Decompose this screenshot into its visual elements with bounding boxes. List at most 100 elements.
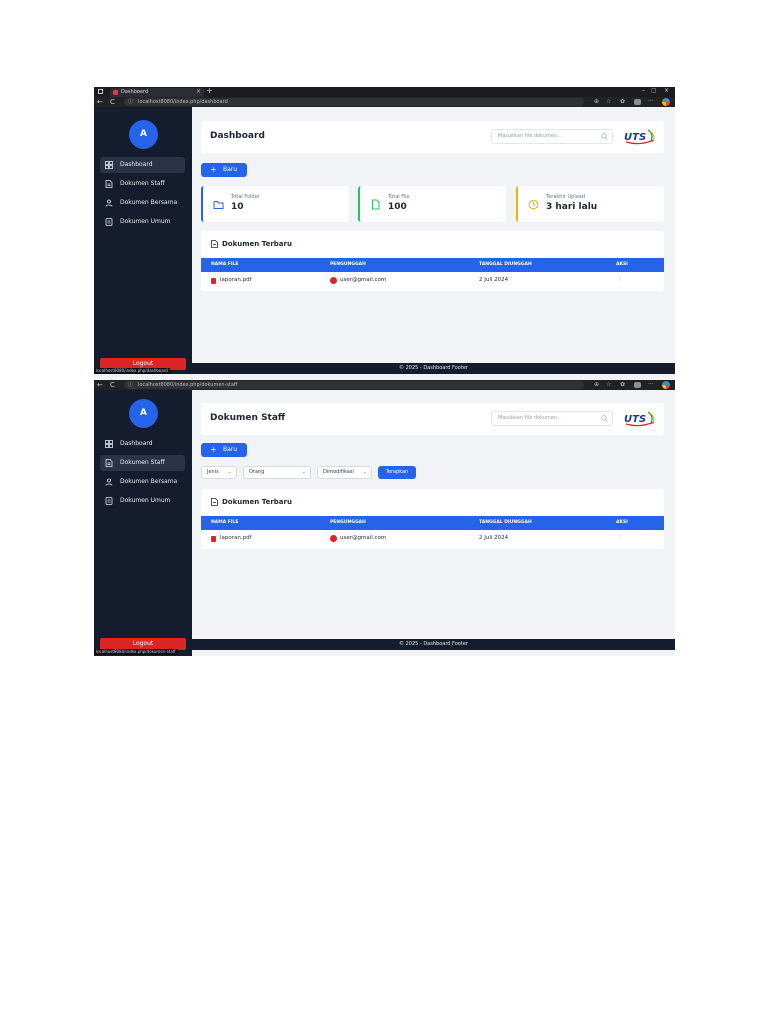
- search-input[interactable]: Masukkan file dokumen...: [491, 129, 613, 144]
- back-icon[interactable]: ←: [97, 97, 103, 107]
- chevron-down-icon: ⌄: [362, 469, 367, 475]
- browser-ai-icon[interactable]: [662, 98, 670, 106]
- table-header: NAMA FILE PENGUNGGAH TANGGAL DIUNGGAH AK…: [201, 516, 664, 530]
- sidebar-item-label: Dashboard: [120, 440, 153, 447]
- tab-actions-icon[interactable]: [98, 89, 103, 94]
- clock-icon: [528, 199, 539, 210]
- search-input[interactable]: Masukkan file dokumen...: [491, 411, 613, 426]
- search-icon[interactable]: [601, 415, 608, 422]
- sidebar-item-dashboard[interactable]: Dashboard: [100, 436, 185, 452]
- sidebar-item-dokumen-bersama[interactable]: Dokumen Bersama: [100, 195, 185, 211]
- recent-documents-card: Dokumen Terbaru NAMA FILE PENGUNGGAH TAN…: [201, 489, 664, 549]
- filter-dimodifikasi[interactable]: Dimodifikasi ⌄: [317, 466, 372, 479]
- sidebar-item-label: Dokumen Bersama: [120, 199, 178, 206]
- sidebar: A Dashboard Dokumen Staff Dokumen Bersam…: [94, 390, 192, 656]
- sidebar-item-dokumen-umum[interactable]: Dokumen Umum: [100, 214, 185, 230]
- browser-menu-icon[interactable]: ···: [648, 380, 654, 390]
- svg-text:UTS: UTS: [624, 414, 646, 425]
- url-field[interactable]: ⓘ localhost8080/index.php/dokumen-staff: [124, 381, 584, 389]
- upload-date: 2 Juli 2024: [479, 535, 509, 541]
- table-row[interactable]: laporan.pdf user@gmail.com 2 Juli 2024 ⋮: [201, 530, 664, 547]
- sidebar-item-dokumen-umum[interactable]: Dokumen Umum: [100, 493, 185, 509]
- column-header[interactable]: PENGUNGGAH: [330, 258, 366, 272]
- new-button[interactable]: + Baru: [201, 443, 247, 457]
- profile-icon[interactable]: [634, 99, 641, 105]
- row-actions-icon[interactable]: ⋮: [617, 530, 623, 547]
- column-header[interactable]: NAMA FILE: [211, 516, 238, 530]
- sidebar-item-label: Dokumen Staff: [120, 180, 165, 187]
- users-icon: [105, 199, 113, 207]
- page-title: Dokumen Staff: [210, 413, 286, 423]
- install-app-icon[interactable]: ⊕: [594, 380, 599, 390]
- minimize-icon[interactable]: –: [642, 87, 645, 94]
- search-placeholder: Masukkan file dokumen...: [498, 133, 562, 139]
- apply-filter-button[interactable]: Terapkan: [378, 466, 416, 479]
- row-actions-icon[interactable]: ⋮: [617, 272, 623, 289]
- folder-doc-icon: [105, 218, 113, 226]
- tab-close-icon[interactable]: ×: [196, 88, 201, 95]
- stat-label: Total Folder: [231, 194, 260, 200]
- footer: © 2025 - Dashboard Footer: [192, 639, 675, 650]
- site-info-icon[interactable]: ⓘ: [128, 98, 133, 106]
- uploader-email: user@gmail.com: [340, 277, 387, 283]
- profile-icon[interactable]: [634, 382, 641, 388]
- address-bar: ← C ⓘ localhost8080/index.php/dokumen-st…: [94, 380, 675, 390]
- sidebar-item-dokumen-staff[interactable]: Dokumen Staff: [100, 176, 185, 192]
- bookmark-star-icon[interactable]: ☆: [606, 380, 611, 390]
- users-icon: [105, 478, 113, 486]
- bookmark-star-icon[interactable]: ☆: [606, 97, 611, 107]
- browser-tab-strip: Dashboard × + – ▢ ×: [94, 87, 675, 97]
- back-icon[interactable]: ←: [97, 380, 103, 390]
- column-header[interactable]: TANGGAL DIUNGGAH: [479, 516, 532, 530]
- main-content: Dokumen Staff Masukkan file dokumen... U…: [192, 390, 675, 639]
- search-placeholder: Masukkan file dokumen...: [498, 415, 562, 421]
- table-row[interactable]: laporan.pdf user@gmail.com 2 Juli 2024 ⋮: [201, 272, 664, 289]
- pdf-file-icon: [211, 536, 216, 542]
- document-icon: [105, 180, 113, 188]
- maximize-icon[interactable]: ▢: [651, 87, 657, 94]
- table-header: NAMA FILE PENGUNGGAH TANGGAL DIUNGGAH AK…: [201, 258, 664, 272]
- stat-label: Terakhir Upload: [546, 194, 586, 200]
- column-header[interactable]: PENGUNGGAH: [330, 516, 366, 530]
- url-text: localhost8080/index.php/dokumen-staff: [138, 382, 238, 388]
- browser-ai-icon[interactable]: [662, 381, 670, 389]
- sidebar-item-dokumen-staff[interactable]: Dokumen Staff: [100, 455, 185, 471]
- sidebar: A Dashboard Dokumen Staff Dokumen Bersam…: [94, 107, 192, 374]
- extensions-icon[interactable]: ✿: [620, 97, 625, 107]
- avatar[interactable]: A: [129, 120, 158, 149]
- new-button[interactable]: + Baru: [201, 163, 247, 177]
- file-name[interactable]: laporan.pdf: [220, 530, 252, 547]
- extensions-icon[interactable]: ✿: [620, 380, 625, 390]
- stat-last-upload: Terakhir Upload 3 hari lalu: [516, 186, 664, 222]
- file-name[interactable]: laporan.pdf: [220, 272, 252, 289]
- browser-tab[interactable]: Dashboard ×: [110, 88, 204, 97]
- folder-doc-icon: [105, 497, 113, 505]
- sidebar-item-dashboard[interactable]: Dashboard: [100, 157, 185, 173]
- uploader-email: user@gmail.com: [340, 535, 387, 541]
- install-app-icon[interactable]: ⊕: [594, 97, 599, 107]
- stat-value: 3 hari lalu: [546, 202, 598, 212]
- reload-icon[interactable]: C: [110, 380, 115, 390]
- chevron-down-icon: ⌄: [227, 469, 232, 475]
- tab-title: Dashboard: [121, 89, 149, 95]
- site-info-icon[interactable]: ⓘ: [128, 381, 133, 389]
- url-field[interactable]: ⓘ localhost8080/index.php/dashboard: [124, 98, 584, 106]
- column-header[interactable]: TANGGAL DIUNGGAH: [479, 258, 532, 272]
- reload-icon[interactable]: C: [110, 97, 115, 107]
- search-icon[interactable]: [601, 133, 608, 140]
- uploader-avatar: [330, 535, 337, 542]
- avatar[interactable]: A: [129, 399, 158, 428]
- browser-menu-icon[interactable]: ···: [648, 97, 654, 107]
- new-tab-button[interactable]: +: [206, 87, 213, 95]
- sidebar-item-dokumen-bersama[interactable]: Dokumen Bersama: [100, 474, 185, 490]
- status-url: localhost8080/index.php/dokumen-staff: [94, 649, 178, 655]
- sidebar-item-label: Dokumen Staff: [120, 459, 165, 466]
- dashboard-grid-icon: [105, 440, 113, 448]
- filter-jenis[interactable]: Jenis ⌄: [201, 466, 237, 479]
- header-card: Dokumen Staff Masukkan file dokumen... U…: [201, 403, 664, 435]
- window-close-icon[interactable]: ×: [664, 87, 669, 94]
- column-header[interactable]: NAMA FILE: [211, 258, 238, 272]
- new-button-label: Baru: [223, 166, 238, 173]
- filter-orang[interactable]: Orang ⌄: [243, 466, 311, 479]
- recent-documents-card: Dokumen Terbaru NAMA FILE PENGUNGGAH TAN…: [201, 231, 664, 291]
